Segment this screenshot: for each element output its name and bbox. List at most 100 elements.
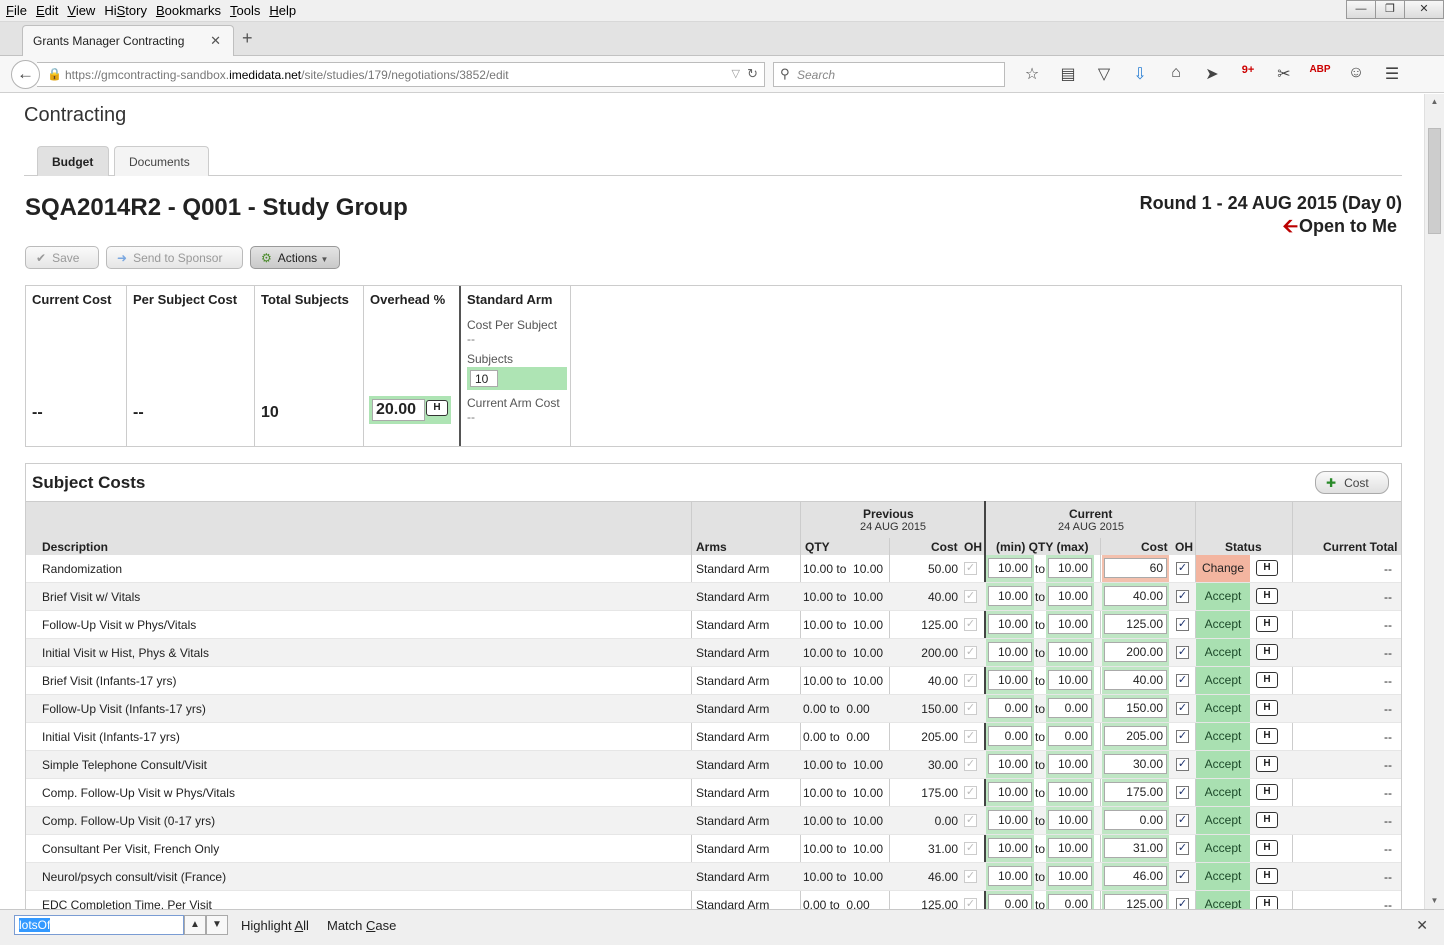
row-max-qty-input[interactable]: 10.00 <box>1048 838 1092 858</box>
reading-list-icon[interactable]: ▤ <box>1050 64 1086 84</box>
reload-icon[interactable]: ↻ <box>747 66 758 82</box>
row-min-qty-input[interactable]: 10.00 <box>988 558 1032 578</box>
row-history-button[interactable]: H <box>1256 588 1278 604</box>
close-window-button[interactable]: ✕ <box>1404 0 1444 19</box>
row-max-qty-input[interactable]: 10.00 <box>1048 586 1092 606</box>
row-oh-checkbox[interactable]: ✓ <box>1176 702 1189 715</box>
row-max-qty-input[interactable]: 10.00 <box>1048 754 1092 774</box>
highlight-all-button[interactable]: Highlight All <box>241 918 309 933</box>
row-oh-checkbox[interactable]: ✓ <box>1176 618 1189 631</box>
row-history-button[interactable]: H <box>1256 812 1278 828</box>
maximize-button[interactable]: ❐ <box>1375 0 1405 19</box>
row-cost-input[interactable]: 46.00 <box>1104 866 1167 886</box>
row-max-qty-input[interactable]: 10.00 <box>1048 670 1092 690</box>
row-min-qty-input[interactable]: 0.00 <box>988 894 1032 909</box>
overhead-input[interactable]: 20.00 <box>372 399 425 421</box>
row-oh-checkbox[interactable]: ✓ <box>1176 758 1189 771</box>
row-history-button[interactable]: H <box>1256 728 1278 744</box>
row-oh-checkbox[interactable]: ✓ <box>1176 842 1189 855</box>
row-max-qty-input[interactable]: 10.00 <box>1048 810 1092 830</box>
row-history-button[interactable]: H <box>1256 672 1278 688</box>
send-to-sponsor-button[interactable]: ➜ Send to Sponsor <box>106 246 243 269</box>
row-cost-input[interactable]: 205.00 <box>1104 726 1167 746</box>
row-history-button[interactable]: H <box>1256 840 1278 856</box>
menu-edit[interactable]: Edit <box>36 3 58 18</box>
menu-help[interactable]: Help <box>269 3 296 18</box>
row-max-qty-input[interactable]: 10.00 <box>1048 558 1092 578</box>
scroll-thumb[interactable] <box>1428 128 1441 234</box>
row-max-qty-input[interactable]: 10.00 <box>1048 782 1092 802</box>
row-cost-input[interactable]: 125.00 <box>1104 894 1167 909</box>
row-max-qty-input[interactable]: 0.00 <box>1048 726 1092 746</box>
search-input[interactable]: ⚲ Search <box>773 62 1005 87</box>
row-history-button[interactable]: H <box>1256 868 1278 884</box>
row-cost-input[interactable]: 125.00 <box>1104 614 1167 634</box>
chat-icon[interactable]: ☺ <box>1338 64 1374 84</box>
close-find-bar-icon[interactable]: ✕ <box>1416 917 1428 934</box>
save-button[interactable]: ✔ Save <box>25 246 99 269</box>
hamburger-menu-icon[interactable]: ☰ <box>1374 64 1410 84</box>
star-icon[interactable]: ☆ <box>1014 64 1050 84</box>
find-next-button[interactable]: ▼ <box>206 915 228 935</box>
row-oh-checkbox[interactable]: ✓ <box>1176 814 1189 827</box>
home-icon[interactable]: ⌂ <box>1158 64 1194 84</box>
browser-tab[interactable]: Grants Manager Contracting ✕ <box>22 25 234 57</box>
row-max-qty-input[interactable]: 0.00 <box>1048 698 1092 718</box>
row-oh-checkbox[interactable]: ✓ <box>1176 898 1189 909</box>
row-max-qty-input[interactable]: 10.00 <box>1048 866 1092 886</box>
pocket-icon[interactable]: ▽ <box>1086 64 1122 84</box>
row-cost-input[interactable]: 40.00 <box>1104 586 1167 606</box>
row-oh-checkbox[interactable]: ✓ <box>1176 786 1189 799</box>
row-min-qty-input[interactable]: 10.00 <box>988 642 1032 662</box>
row-oh-checkbox[interactable]: ✓ <box>1176 730 1189 743</box>
row-min-qty-input[interactable]: 10.00 <box>988 586 1032 606</box>
send-icon[interactable]: ➤ <box>1194 64 1230 84</box>
row-history-button[interactable]: H <box>1256 756 1278 772</box>
minimize-button[interactable]: — <box>1346 0 1376 19</box>
row-min-qty-input[interactable]: 10.00 <box>988 782 1032 802</box>
screenshot-icon[interactable]: ✂ <box>1266 64 1302 84</box>
row-min-qty-input[interactable]: 10.00 <box>988 670 1032 690</box>
row-min-qty-input[interactable]: 10.00 <box>988 838 1032 858</box>
row-oh-checkbox[interactable]: ✓ <box>1176 674 1189 687</box>
row-history-button[interactable]: H <box>1256 700 1278 716</box>
menu-history[interactable]: HiStory <box>104 3 147 18</box>
extension-icon[interactable]: 9+ <box>1230 64 1266 84</box>
menu-file[interactable]: File <box>6 3 27 18</box>
row-cost-input[interactable]: 31.00 <box>1104 838 1167 858</box>
menu-bookmarks[interactable]: Bookmarks <box>156 3 221 18</box>
row-oh-checkbox[interactable]: ✓ <box>1176 870 1189 883</box>
tab-budget[interactable]: Budget <box>37 146 109 176</box>
row-min-qty-input[interactable]: 10.00 <box>988 810 1032 830</box>
row-max-qty-input[interactable]: 0.00 <box>1048 894 1092 909</box>
find-input[interactable]: lotsOf <box>14 915 184 935</box>
row-history-button[interactable]: H <box>1256 896 1278 909</box>
new-tab-icon[interactable]: + <box>242 28 253 49</box>
download-icon[interactable]: ⇩ <box>1122 64 1158 84</box>
row-max-qty-input[interactable]: 10.00 <box>1048 614 1092 634</box>
subjects-input[interactable]: 10 <box>470 370 498 387</box>
row-history-button[interactable]: H <box>1256 644 1278 660</box>
row-oh-checkbox[interactable]: ✓ <box>1176 646 1189 659</box>
url-bar[interactable]: 🔒 https://gmcontracting-sandbox.imedidat… <box>37 62 765 87</box>
row-history-button[interactable]: H <box>1256 560 1278 576</box>
row-max-qty-input[interactable]: 10.00 <box>1048 642 1092 662</box>
adblock-icon[interactable]: ABP <box>1302 64 1338 84</box>
row-cost-input[interactable]: 60 <box>1104 558 1167 578</box>
url-dropdown-icon[interactable]: ▽ <box>732 67 740 80</box>
row-min-qty-input[interactable]: 10.00 <box>988 866 1032 886</box>
row-min-qty-input[interactable]: 10.00 <box>988 614 1032 634</box>
tab-documents[interactable]: Documents <box>114 146 209 176</box>
add-cost-button[interactable]: ✚ Cost <box>1315 471 1389 494</box>
row-min-qty-input[interactable]: 10.00 <box>988 754 1032 774</box>
row-min-qty-input[interactable]: 0.00 <box>988 726 1032 746</box>
row-oh-checkbox[interactable]: ✓ <box>1176 590 1189 603</box>
scroll-down-icon[interactable]: ▼ <box>1425 893 1444 909</box>
vertical-scrollbar[interactable]: ▲ ▼ <box>1424 94 1444 909</box>
menu-view[interactable]: View <box>67 3 95 18</box>
row-cost-input[interactable]: 30.00 <box>1104 754 1167 774</box>
menu-tools[interactable]: Tools <box>230 3 260 18</box>
back-button[interactable]: ← <box>11 60 40 89</box>
actions-button[interactable]: ⚙ Actions ▼ <box>250 246 340 269</box>
row-history-button[interactable]: H <box>1256 784 1278 800</box>
